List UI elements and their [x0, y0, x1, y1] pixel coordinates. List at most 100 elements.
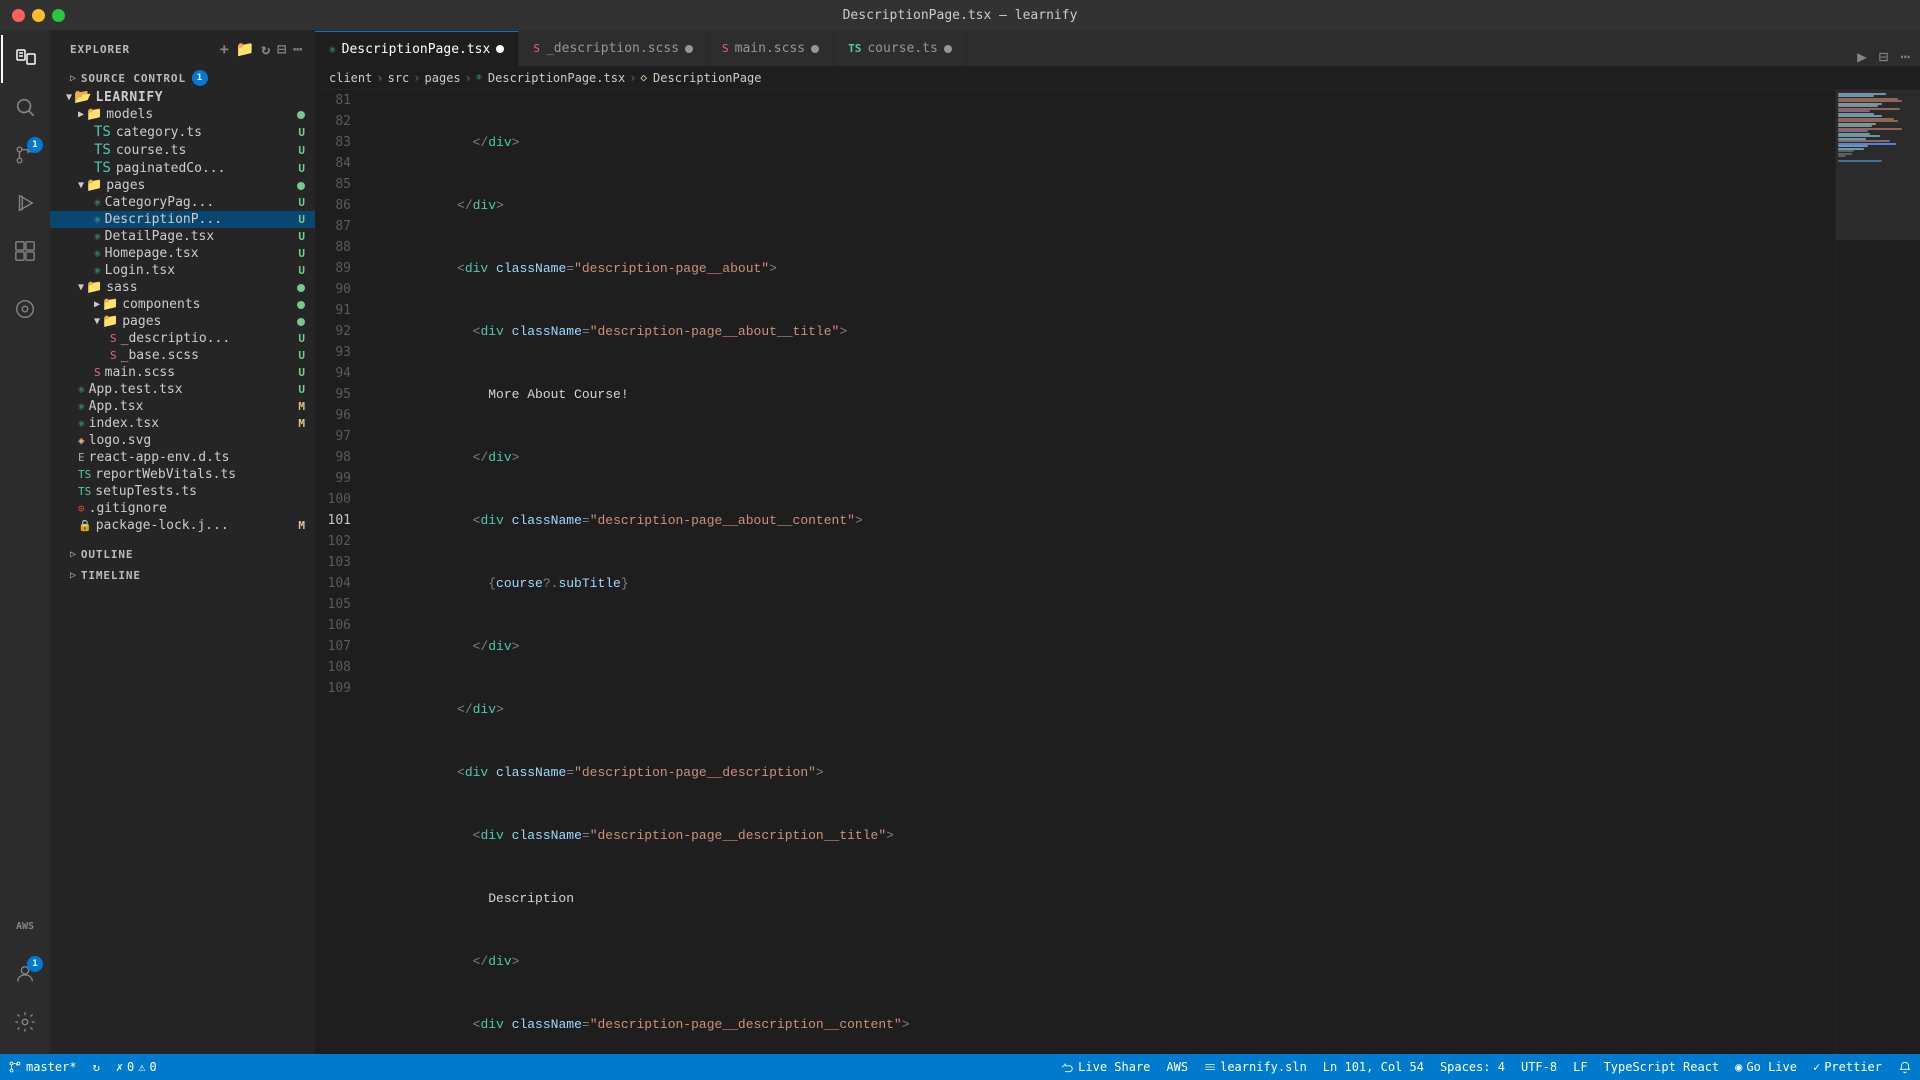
- tree-item-app-test[interactable]: ⚛ App.test.tsx U: [50, 381, 315, 398]
- breadcrumb-file[interactable]: DescriptionPage.tsx: [488, 71, 625, 85]
- tree-item-sass-pages[interactable]: ▼ 📁 pages: [50, 313, 315, 330]
- title-bar: DescriptionPage.tsx — learnify: [0, 0, 1920, 30]
- timeline-section[interactable]: ▷ TIMELINE: [50, 563, 315, 584]
- tree-item-sass[interactable]: ▼ 📁 sass: [50, 279, 315, 296]
- more-options-icon[interactable]: ⋯: [293, 40, 303, 58]
- item-description-page: DescriptionP...: [105, 212, 222, 227]
- new-file-icon[interactable]: +: [220, 40, 230, 58]
- traffic-lights[interactable]: [12, 9, 65, 22]
- sep-3: ›: [465, 71, 472, 85]
- activity-icon-settings[interactable]: [1, 998, 49, 1046]
- run-icon[interactable]: ▶: [1857, 47, 1867, 66]
- outline-section[interactable]: ▷ OUTLINE: [50, 542, 315, 563]
- tree-item-logo-svg[interactable]: ◈ logo.svg: [50, 432, 315, 449]
- ln-94: 94: [325, 363, 351, 384]
- status-language[interactable]: TypeScript React: [1596, 1060, 1728, 1074]
- tree-item-package-lock[interactable]: 🔒 package-lock.j... M: [50, 517, 315, 534]
- item-category-ts: category.ts: [116, 125, 202, 140]
- minimap[interactable]: [1835, 90, 1920, 1054]
- file-icon-category-page: ⚛: [94, 196, 101, 209]
- status-errors[interactable]: ✗ 0 ⚠ 0: [108, 1054, 165, 1080]
- line-82: </div>: [379, 195, 1835, 216]
- tree-item-base-scss[interactable]: S _base.scss U: [50, 347, 315, 364]
- code-editor[interactable]: 81 82 83 84 85 86 87 88 89 90 91 92 93 9…: [315, 90, 1835, 1054]
- modified-dot-models: [297, 111, 305, 119]
- tree-item-setup-tests[interactable]: TS setupTests.ts: [50, 483, 315, 500]
- status-prettier[interactable]: ✓ Prettier: [1805, 1060, 1890, 1074]
- activity-icon-explorer[interactable]: [1, 35, 49, 83]
- tree-item-app-tsx[interactable]: ⚛ App.tsx M: [50, 398, 315, 415]
- tree-item-description-page[interactable]: ⚛ DescriptionP... U: [50, 211, 315, 228]
- tree-item-gitignore[interactable]: ⊙ .gitignore: [50, 500, 315, 517]
- file-icon-paginated: TS: [94, 160, 111, 176]
- item-models: models: [106, 107, 153, 122]
- activity-icon-run[interactable]: [1, 179, 49, 227]
- tree-item-homepage[interactable]: ⚛ Homepage.tsx U: [50, 245, 315, 262]
- source-control-section[interactable]: ▷ SOURCE CONTROL 1: [50, 64, 315, 88]
- status-sync[interactable]: ↻: [85, 1054, 108, 1080]
- ln-98: 98: [325, 447, 351, 468]
- code-lines: </div> </div> <div className="descriptio…: [365, 90, 1835, 1054]
- breadcrumb-symbol[interactable]: DescriptionPage: [653, 71, 761, 85]
- status-spaces[interactable]: Spaces: 4: [1432, 1060, 1513, 1074]
- status-encoding[interactable]: UTF-8: [1513, 1060, 1565, 1074]
- tab-main-scss[interactable]: S main.scss: [708, 31, 834, 66]
- activity-icon-remote[interactable]: [1, 285, 49, 333]
- item-app-tsx: App.tsx: [89, 399, 144, 414]
- tree-item-components[interactable]: ▶ 📁 components: [50, 296, 315, 313]
- tree-item-detail-page[interactable]: ⚛ DetailPage.tsx U: [50, 228, 315, 245]
- refresh-icon[interactable]: ↻: [261, 40, 271, 58]
- ln-83: 83: [325, 132, 351, 153]
- status-cursor[interactable]: Ln 101, Col 54: [1315, 1060, 1432, 1074]
- activity-icon-search[interactable]: [1, 83, 49, 131]
- tab-description-scss[interactable]: S _description.scss: [519, 31, 708, 66]
- file-icon-course: TS: [94, 142, 111, 158]
- line-94: </div>: [379, 951, 1835, 972]
- breadcrumb-src[interactable]: src: [388, 71, 410, 85]
- window-title: DescriptionPage.tsx — learnify: [843, 8, 1078, 23]
- status-go-live[interactable]: ◉ Go Live: [1727, 1060, 1805, 1074]
- collapse-icon[interactable]: ⊟: [277, 40, 287, 58]
- chevron-sass-pages: ▼: [94, 316, 100, 327]
- tab-course-ts[interactable]: TS course.ts: [834, 31, 967, 66]
- tree-item-description-scss[interactable]: S _descriptio... U: [50, 330, 315, 347]
- tab-label-1: DescriptionPage.tsx: [342, 42, 491, 57]
- more-actions-icon[interactable]: ⋯: [1900, 47, 1910, 66]
- activity-icon-aws[interactable]: AWS: [1, 902, 49, 950]
- new-folder-icon[interactable]: 📁: [236, 40, 256, 58]
- code-content: 81 82 83 84 85 86 87 88 89 90 91 92 93 9…: [315, 90, 1835, 1054]
- tree-item-category-page[interactable]: ⚛ CategoryPag... U: [50, 194, 315, 211]
- tree-item-env[interactable]: E react-app-env.d.ts: [50, 449, 315, 466]
- tab-description-page[interactable]: ⚛ DescriptionPage.tsx: [315, 31, 519, 66]
- split-editor-icon[interactable]: ⊟: [1879, 47, 1889, 66]
- status-live-share[interactable]: Live Share: [1052, 1060, 1158, 1074]
- tree-item-category-ts[interactable]: TS category.ts U: [50, 123, 315, 141]
- tree-item-login[interactable]: ⚛ Login.tsx U: [50, 262, 315, 279]
- tree-item-course-ts[interactable]: TS course.ts U: [50, 141, 315, 159]
- status-aws[interactable]: AWS: [1158, 1060, 1196, 1074]
- tree-item-index-tsx[interactable]: ⚛ index.tsx M: [50, 415, 315, 432]
- status-project[interactable]: learnify.sln: [1196, 1060, 1315, 1074]
- activity-icon-source-control[interactable]: 1: [1, 131, 49, 179]
- breadcrumb-client[interactable]: client: [329, 71, 372, 85]
- maximize-button[interactable]: [52, 9, 65, 22]
- line-92: <div className="description-page__descri…: [379, 825, 1835, 846]
- minimize-button[interactable]: [32, 9, 45, 22]
- tree-item-models[interactable]: ▶ 📁 models: [50, 106, 315, 123]
- activity-icon-account[interactable]: 1: [1, 950, 49, 998]
- status-branch[interactable]: master*: [0, 1054, 85, 1080]
- tree-item-paginated[interactable]: TS paginatedCo... U: [50, 159, 315, 177]
- breadcrumb-pages[interactable]: pages: [425, 71, 461, 85]
- ln-93: 93: [325, 342, 351, 363]
- root-folder[interactable]: ▼ 📂 LEARNIFY: [50, 88, 315, 106]
- tree-item-report-web[interactable]: TS reportWebVitals.ts: [50, 466, 315, 483]
- tree-item-main-scss[interactable]: S main.scss U: [50, 364, 315, 381]
- file-icon-homepage: ⚛: [94, 247, 101, 260]
- tree-item-pages[interactable]: ▼ 📁 pages: [50, 177, 315, 194]
- activity-icon-extensions[interactable]: [1, 227, 49, 275]
- ln-89: 89: [325, 258, 351, 279]
- status-eol[interactable]: LF: [1565, 1060, 1595, 1074]
- status-notifications[interactable]: [1890, 1060, 1920, 1074]
- close-button[interactable]: [12, 9, 25, 22]
- main-container: 1 AWS: [0, 30, 1920, 1054]
